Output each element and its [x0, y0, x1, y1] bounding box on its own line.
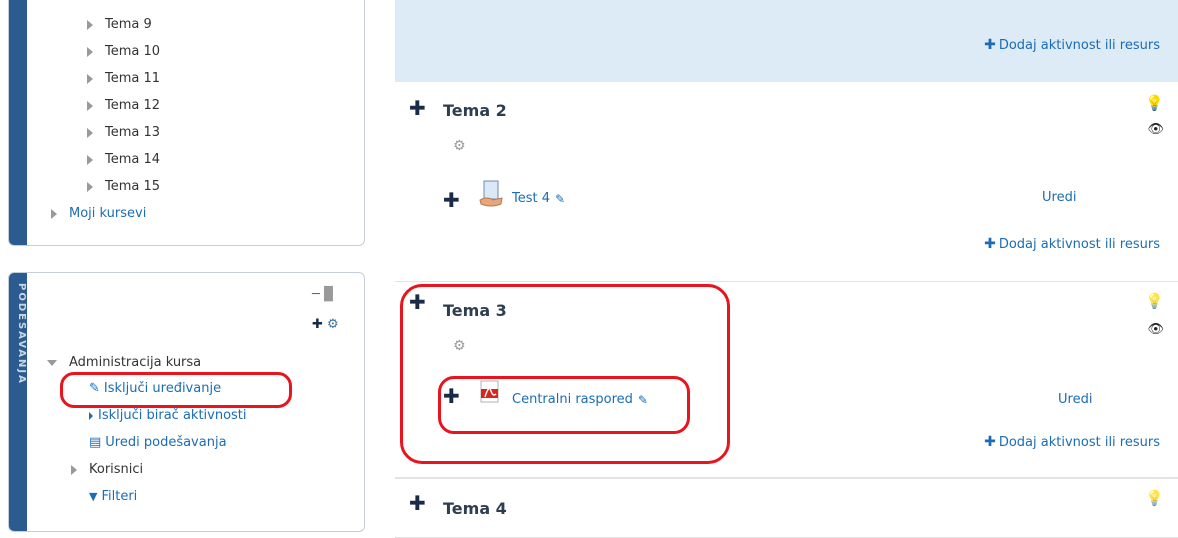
- pencil-icon[interactable]: ✎: [555, 192, 565, 206]
- collapsed-triangle-icon: [71, 464, 77, 475]
- lightbulb-icon[interactable]: 💡: [1145, 292, 1164, 310]
- navigation-block: Tema 9 Tema 10 Tema 11 Tema 12 Tema 13 T…: [8, 0, 365, 246]
- nav-item-tema-10[interactable]: Tema 10: [87, 44, 160, 59]
- add-activity-link[interactable]: ✚ Dodaj aktivnost ili resurs: [984, 37, 1160, 53]
- nav-item-tema-14[interactable]: Tema 14: [87, 152, 160, 167]
- nav-item-tema-12[interactable]: Tema 12: [87, 98, 160, 113]
- block-controls: ─ ▉: [312, 287, 334, 302]
- plus-icon: ✚: [984, 434, 996, 450]
- settings-list-icon: ▤: [89, 435, 102, 450]
- turn-off-editing-link[interactable]: ✎ Isključi uređivanje: [89, 381, 221, 396]
- collapsed-triangle-icon: [87, 154, 93, 165]
- nav-item-tema-15[interactable]: Tema 15: [87, 179, 160, 194]
- collapsed-triangle-icon: [51, 208, 57, 219]
- collapsed-triangle-icon: [87, 127, 93, 138]
- caret-right-icon: [89, 411, 93, 420]
- nav-item-my-courses[interactable]: Moji kursevi: [51, 206, 146, 221]
- section-tema-2: ✚ Tema 2 💡 👁 ⚙ ✚ Test 4 ✎ Uredi ✚ Dodaj …: [395, 82, 1178, 282]
- collapsed-triangle-icon: [87, 19, 93, 30]
- activity-centralni-raspored[interactable]: Centralni raspored ✎: [512, 392, 648, 407]
- collapsed-triangle-icon: [87, 46, 93, 57]
- collapsed-triangle-icon: [87, 100, 93, 111]
- move-icon[interactable]: ✚: [409, 493, 426, 513]
- nav-item-tema-11[interactable]: Tema 11: [87, 71, 160, 86]
- dock-icon[interactable]: ▉: [324, 287, 334, 302]
- add-activity-link[interactable]: ✚ Dodaj aktivnost ili resurs: [984, 434, 1160, 450]
- users-node[interactable]: Korisnici: [71, 462, 143, 477]
- administration-block: PODEŠAVANJA ─ ▉ ✚ ⚙ Administracija kursa…: [8, 272, 365, 532]
- collapsed-triangle-icon: [87, 73, 93, 84]
- plus-icon: ✚: [984, 236, 996, 252]
- move-icon[interactable]: ✚: [409, 292, 426, 312]
- eye-icon[interactable]: 👁: [1147, 322, 1164, 337]
- gear-icon[interactable]: ⚙: [327, 317, 339, 332]
- section-title: Tema 2: [443, 101, 507, 120]
- edit-section-gear-icon[interactable]: ⚙: [453, 138, 466, 154]
- section-tema-3: ✚ Tema 3 💡 👁 ⚙ ✚ Centralni raspored ✎ Ur…: [395, 282, 1178, 478]
- plus-icon: ✚: [984, 37, 996, 53]
- edit-section-gear-icon[interactable]: ⚙: [453, 338, 466, 354]
- pdf-file-icon: [479, 380, 501, 404]
- lightbulb-icon[interactable]: 💡: [1145, 489, 1164, 507]
- edit-settings-link[interactable]: ▤ Uredi podešavanja: [89, 435, 227, 450]
- move-activity-icon[interactable]: ✚: [443, 190, 460, 210]
- block-side-label: PODEŠAVANJA: [16, 283, 27, 385]
- section-highlighted: ✚ Dodaj aktivnost ili resurs: [395, 0, 1178, 82]
- move-block-icon[interactable]: ✚: [312, 317, 323, 332]
- edit-icon: ✎: [89, 381, 100, 396]
- pencil-icon[interactable]: ✎: [638, 393, 648, 407]
- filter-icon: ▼: [89, 490, 98, 503]
- add-activity-link[interactable]: ✚ Dodaj aktivnost ili resurs: [984, 236, 1160, 252]
- move-icon[interactable]: ✚: [409, 98, 426, 118]
- eye-icon[interactable]: 👁: [1147, 122, 1164, 137]
- course-administration-node[interactable]: Administracija kursa: [47, 355, 201, 370]
- nav-item-tema-13[interactable]: Tema 13: [87, 125, 160, 140]
- nav-item-tema-9[interactable]: Tema 9: [87, 17, 152, 32]
- section-title: Tema 3: [443, 301, 507, 320]
- section-tema-4: ✚ Tema 4 💡: [395, 478, 1178, 538]
- section-title: Tema 4: [443, 499, 507, 518]
- quiz-activity-icon: [479, 180, 503, 208]
- turn-off-activity-chooser-link[interactable]: Isključi birač aktivnosti: [89, 408, 247, 423]
- activity-test-4[interactable]: Test 4 ✎: [512, 191, 565, 206]
- filters-link[interactable]: ▼ Filteri: [89, 489, 137, 504]
- lightbulb-icon[interactable]: 💡: [1145, 94, 1164, 112]
- collapsed-triangle-icon: [87, 181, 93, 192]
- block-stripe: [9, 0, 27, 245]
- block-edit-controls: ✚ ⚙: [312, 317, 339, 332]
- edit-menu-link[interactable]: Uredi: [1042, 190, 1076, 205]
- edit-menu-link[interactable]: Uredi: [1058, 392, 1092, 407]
- collapse-icon[interactable]: ─: [312, 287, 320, 302]
- move-activity-icon[interactable]: ✚: [443, 386, 460, 406]
- expanded-triangle-icon: [47, 359, 57, 366]
